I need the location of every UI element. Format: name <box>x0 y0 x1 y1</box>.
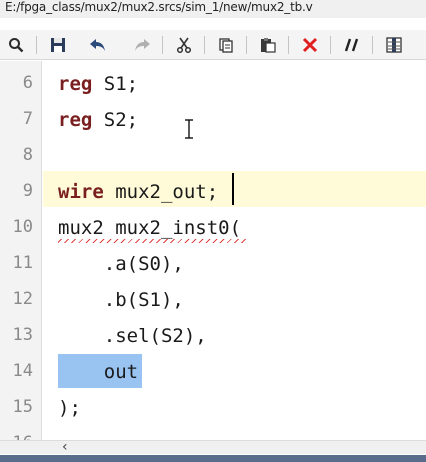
redo-icon[interactable] <box>132 34 152 56</box>
save-icon[interactable] <box>48 34 68 56</box>
code-line-12[interactable]: .b(S1), <box>58 282 184 318</box>
column-select-icon[interactable] <box>384 34 404 56</box>
line-number: 10 <box>12 217 33 237</box>
search-icon[interactable] <box>6 34 26 56</box>
toolbar-separator <box>204 36 205 54</box>
cut-icon[interactable] <box>174 34 194 56</box>
line-number: 14 <box>12 361 33 381</box>
comment-icon[interactable] <box>342 34 362 56</box>
code-line-7[interactable]: reg S2; <box>58 102 138 138</box>
text-caret <box>232 173 234 205</box>
line-number: 6 <box>22 73 33 93</box>
undo-icon[interactable] <box>88 34 108 56</box>
keyword-reg: reg <box>58 109 93 131</box>
line-number: 9 <box>22 181 33 201</box>
line-number: 11 <box>12 253 33 273</box>
copy-icon[interactable] <box>216 34 236 56</box>
line-number: 8 <box>22 145 33 165</box>
line-number: 13 <box>12 325 33 345</box>
paste-icon[interactable] <box>258 34 278 56</box>
delete-icon[interactable] <box>300 34 320 56</box>
keyword-reg: reg <box>58 73 93 95</box>
code-text: mux2_out; <box>103 181 219 203</box>
code-line-6[interactable]: reg S1; <box>58 66 138 102</box>
scroll-left-icon[interactable]: ‹ <box>62 439 68 455</box>
toolbar-separator <box>372 36 373 54</box>
file-path: E:/fpga_class/mux2/mux2.srcs/sim_1/new/m… <box>5 0 313 14</box>
toolbar-separator <box>330 36 331 54</box>
code-line-9[interactable]: wire mux2_out; <box>58 174 218 210</box>
code-text: S1; <box>92 73 139 95</box>
code-editor[interactable]: 6 7 8 9 10 11 12 13 14 15 16 reg S1; reg… <box>0 61 426 440</box>
line-number: 12 <box>12 289 33 309</box>
toolbar-separator <box>246 36 247 54</box>
code-line-14[interactable]: out <box>58 354 138 390</box>
toolbar-separator <box>36 36 37 54</box>
ibeam-cursor-icon <box>185 119 193 139</box>
line-number-gutter: 6 7 8 9 10 11 12 13 14 15 16 <box>0 61 42 440</box>
syntax-error-underline <box>58 239 246 243</box>
editor-toolbar <box>0 30 426 60</box>
code-line-15[interactable]: ); <box>58 390 81 426</box>
keyword-wire: wire <box>58 181 104 203</box>
toolbar-separator <box>162 36 163 54</box>
toolbar-separator <box>288 36 289 54</box>
bottom-border <box>0 455 426 462</box>
file-path-bar: E:/fpga_class/mux2/mux2.srcs/sim_1/new/m… <box>0 0 426 18</box>
code-text: S2; <box>92 109 139 131</box>
code-line-11[interactable]: .a(S0), <box>58 246 184 282</box>
line-number: 15 <box>12 397 33 417</box>
code-line-13[interactable]: .sel(S2), <box>58 318 207 354</box>
horizontal-scrollbar[interactable]: ‹ <box>0 439 426 455</box>
line-number: 16 <box>0 433 33 440</box>
line-number: 7 <box>22 109 33 129</box>
